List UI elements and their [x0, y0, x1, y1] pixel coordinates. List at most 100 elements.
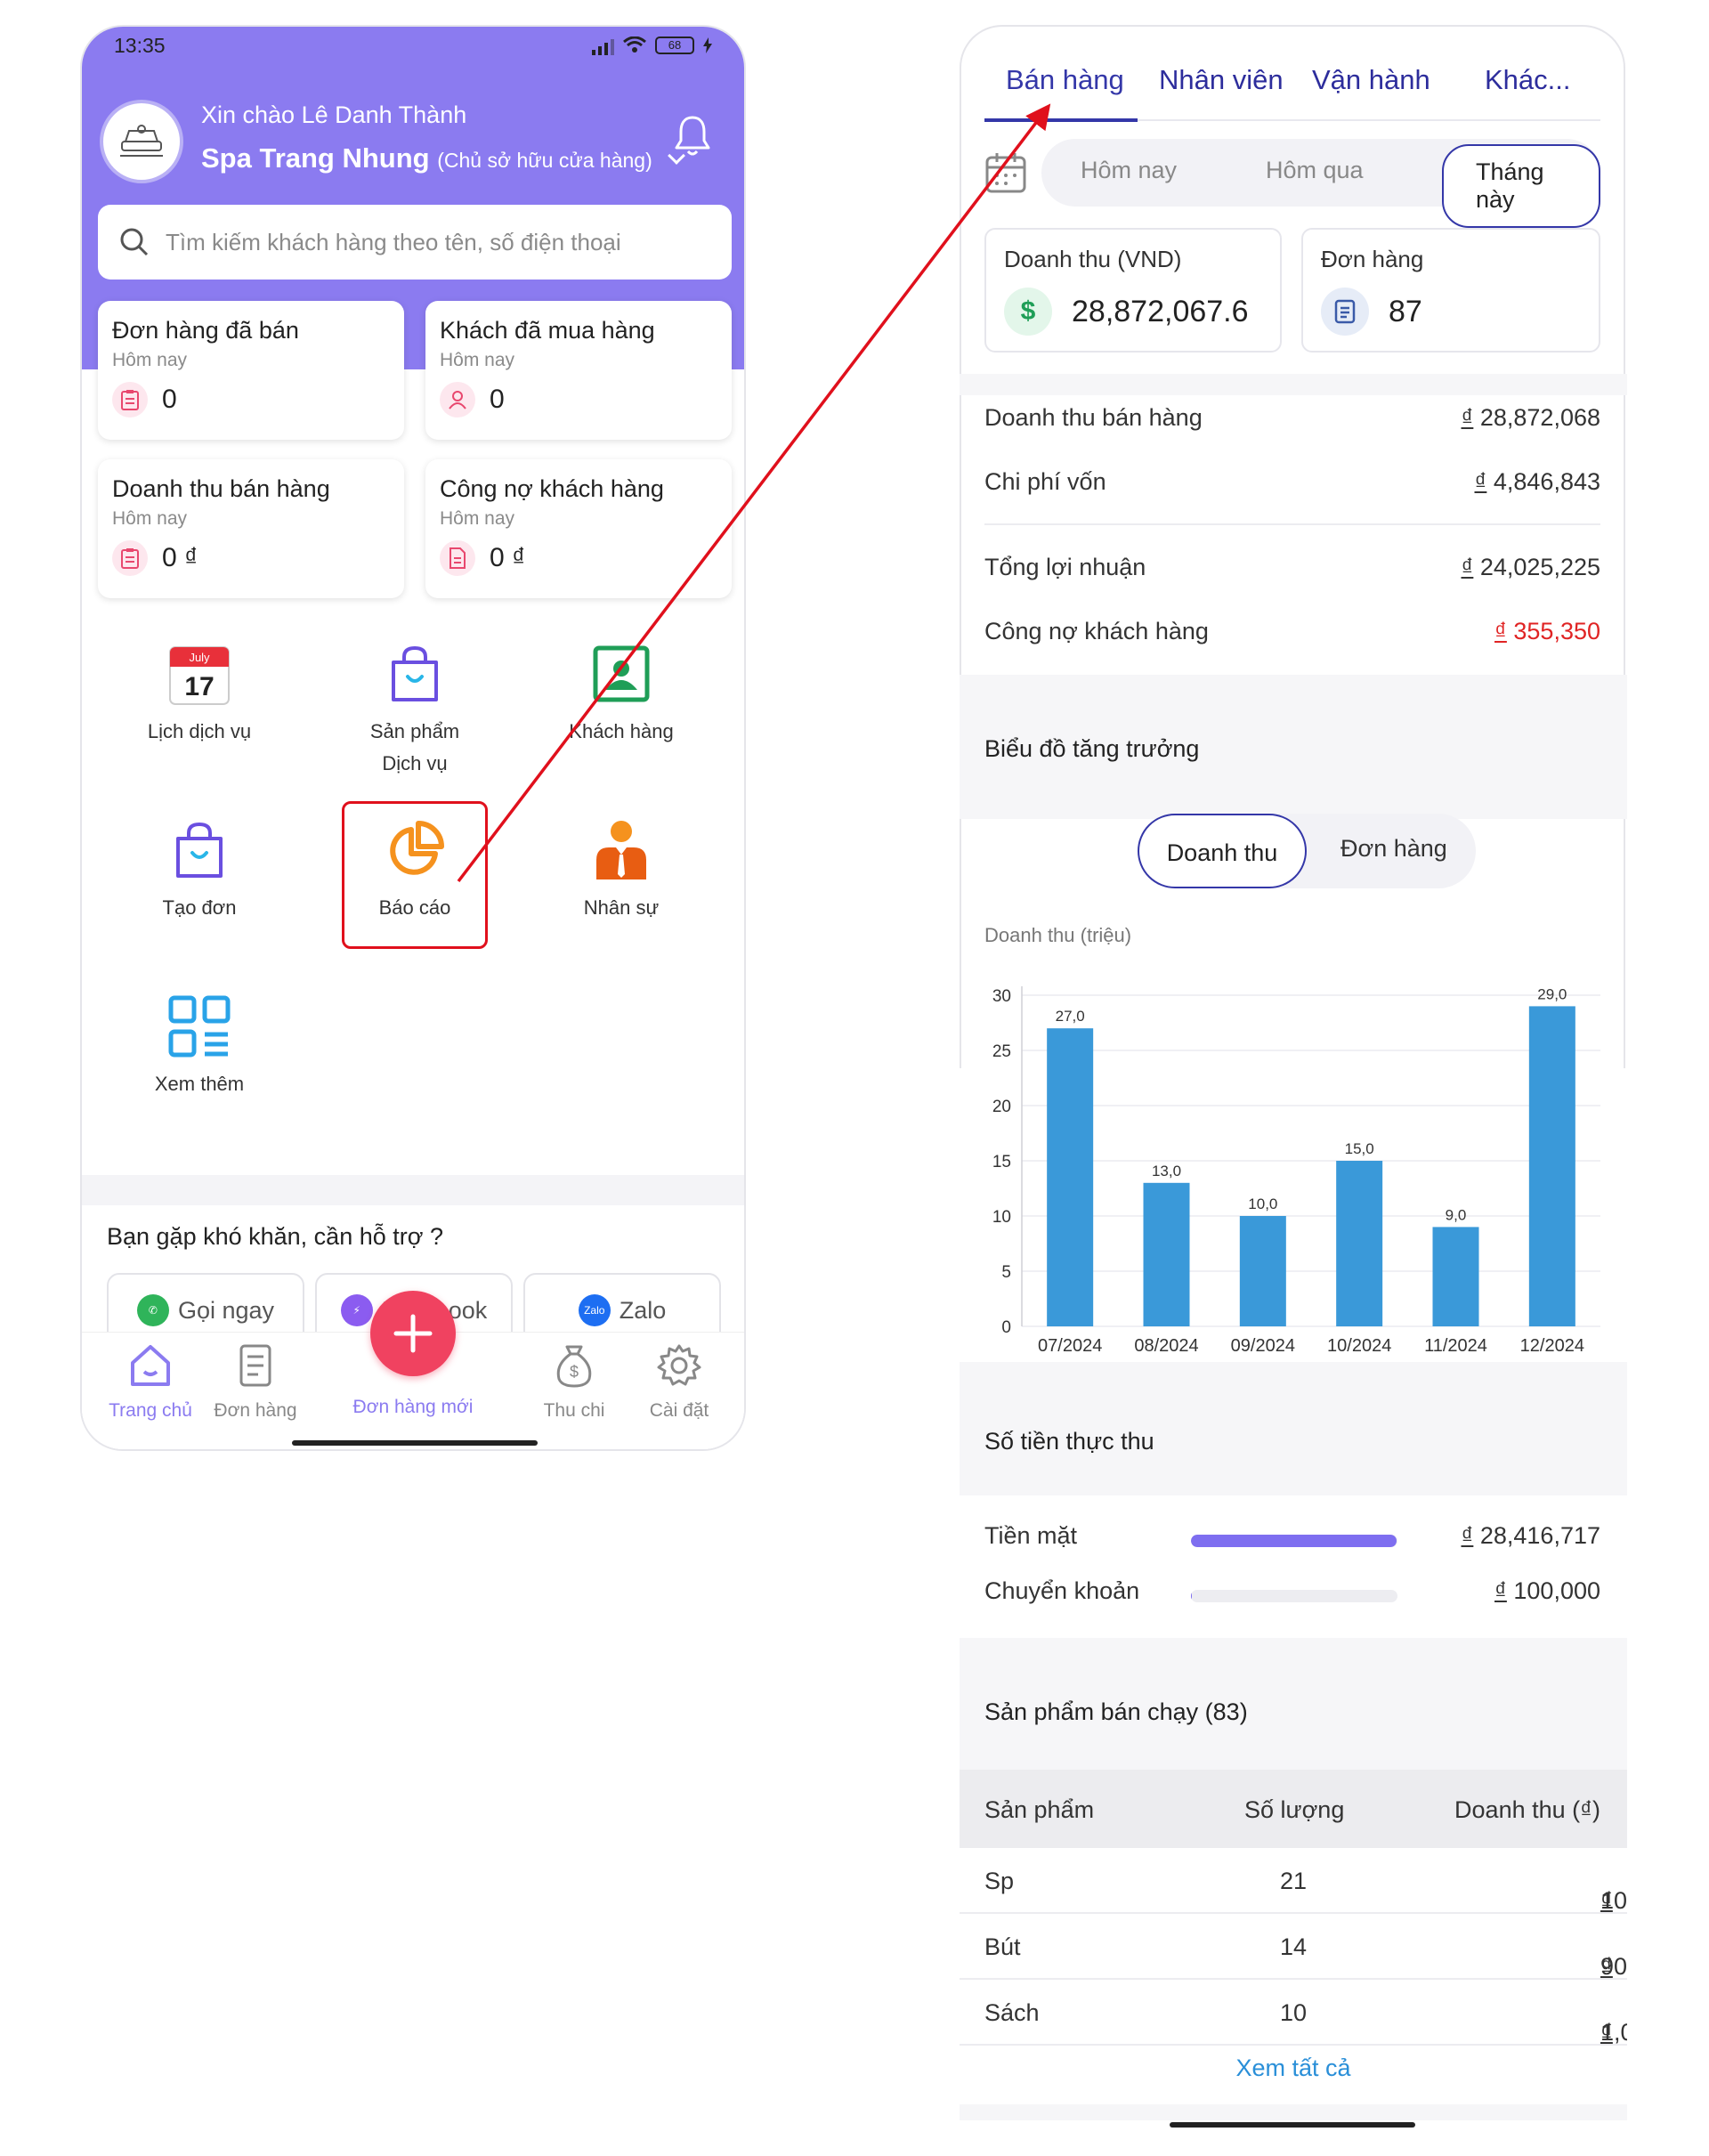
feature-service-calendar[interactable]: July 17 Lịch dịch vụ: [101, 641, 297, 748]
tab-sales[interactable]: Bán hàng: [1006, 64, 1124, 96]
x-tick-label: 12/2024: [1520, 1336, 1584, 1356]
shop-avatar[interactable]: [100, 100, 183, 183]
feature-see-more[interactable]: Xem thêm: [101, 993, 297, 1100]
col-revenue: Doanh thu (₫): [1454, 1796, 1600, 1823]
feature-label: Nhân sự: [583, 896, 660, 919]
x-tick-label: 11/2024: [1424, 1336, 1487, 1356]
status-bar: 13:35 68: [82, 27, 744, 71]
money-bag-icon: $: [556, 1345, 592, 1388]
document-icon: [440, 540, 475, 576]
customer-card-icon: [588, 641, 654, 707]
staff-icon: [588, 817, 654, 883]
kpi-title: Đơn hàng: [1321, 246, 1424, 272]
charging-icon: [703, 37, 712, 53]
period-filter: Hôm nay Hôm qua Tháng này: [984, 139, 1600, 228]
y-tick-label: 25: [992, 1042, 1011, 1061]
cash-label: Tiền mặt: [984, 1522, 1078, 1549]
period-yesterday[interactable]: Hôm qua: [1266, 157, 1364, 184]
feature-label-line2: Dịch vụ: [382, 752, 448, 774]
battery-icon: 68: [655, 36, 694, 54]
divider: [984, 523, 1600, 525]
cash-row-cash: Tiền mặt ₫ 28,416,717: [984, 1522, 1600, 1558]
amount: 90,000: [1600, 1953, 1627, 1980]
period-today[interactable]: Hôm nay: [1081, 157, 1177, 184]
y-tick-label: 10: [992, 1208, 1011, 1227]
feature-label: Xem thêm: [154, 1073, 245, 1095]
product-qty: 10: [1280, 1999, 1308, 2026]
x-tick-label: 09/2024: [1231, 1336, 1295, 1356]
stat-title: Công nợ khách hàng: [440, 475, 664, 502]
feature-create-order[interactable]: Tạo đơn: [101, 817, 297, 924]
growth-chart-title: Biểu đồ tăng trưởng: [984, 735, 1200, 762]
feature-customers[interactable]: Khách hàng: [523, 641, 719, 748]
top-products-title: Sản phẩm bán chạy (83): [984, 1698, 1248, 1725]
table-row[interactable]: Bút 14 ₫ 90,000: [960, 1914, 1627, 1980]
currency-symbol: ₫: [1494, 618, 1507, 644]
tab-other[interactable]: Khác...: [1485, 64, 1571, 96]
feature-staff[interactable]: Nhân sự: [523, 817, 719, 924]
search-input[interactable]: [166, 228, 700, 256]
bar: [1047, 1028, 1094, 1326]
see-all-link[interactable]: Xem tất cả: [960, 2055, 1627, 2082]
active-tab-indicator: [984, 118, 1138, 122]
finance-label: Công nợ khách hàng: [984, 618, 1209, 644]
new-order-fab-button[interactable]: [370, 1291, 456, 1376]
order-list-icon: [239, 1344, 271, 1387]
bar-value-label: 27,0: [1056, 1008, 1085, 1025]
stat-period: Hôm nay: [112, 350, 188, 370]
feature-label: Lịch dịch vụ: [147, 720, 252, 742]
stat-card-customer-debt[interactable]: Công nợ khách hàng Hôm nay 0 ₫: [425, 459, 732, 598]
tab-settings[interactable]: Cài đặt: [630, 1341, 728, 1422]
tab-staff[interactable]: Nhân viên: [1159, 64, 1284, 96]
bell-icon[interactable]: [673, 112, 712, 158]
home-icon: [131, 1345, 170, 1386]
document-icon: [1321, 288, 1369, 336]
col-product: Sản phẩm: [984, 1796, 1095, 1823]
y-tick-label: 30: [992, 987, 1011, 1006]
plus-icon: [393, 1314, 433, 1353]
calendar-icon[interactable]: [984, 151, 1027, 194]
tab-income-expense[interactable]: $ Thu chi: [525, 1341, 623, 1422]
finance-row-customer-debt: Công nợ khách hàng ₫ 355,350: [984, 618, 1600, 645]
stat-value: 0: [490, 385, 505, 414]
spa-logo-icon: [120, 125, 163, 157]
clipboard-icon: [112, 540, 148, 576]
currency-symbol: ₫: [1474, 468, 1487, 495]
customer-search-bar[interactable]: [98, 205, 732, 280]
period-this-month[interactable]: Tháng này: [1442, 144, 1600, 228]
cash-row-transfer: Chuyển khoản ₫ 100,000: [984, 1577, 1600, 1613]
stat-card-orders-sold[interactable]: Đơn hàng đã bán Hôm nay 0: [98, 301, 404, 440]
report-tabs: Bán hàng Nhân viên Vận hành Khác...: [984, 43, 1600, 122]
chart-y-axis-label: Doanh thu (triệu): [984, 924, 1132, 946]
toggle-orders[interactable]: Đơn hàng: [1340, 835, 1447, 863]
bar-value-label: 15,0: [1345, 1140, 1374, 1157]
stat-card-revenue[interactable]: Doanh thu bán hàng Hôm nay 0 ₫: [98, 459, 404, 598]
table-row[interactable]: Sách 10 ₫ 1,000,000: [960, 1980, 1627, 2046]
bottom-gap: [960, 2104, 1627, 2120]
greeting-text: Xin chào Lê Danh Thành: [201, 101, 467, 128]
cash-progress-fill: [1191, 1590, 1192, 1602]
table-row[interactable]: Sp 21 ₫ 10,500: [960, 1848, 1627, 1914]
x-tick-label: 07/2024: [1038, 1336, 1102, 1356]
shop-selector[interactable]: Spa Trang Nhung (Chủ sở hữu cửa hàng): [201, 142, 686, 174]
cash-progress-track: [1191, 1590, 1397, 1602]
feature-label: Khách hàng: [569, 720, 674, 742]
feature-label: Sản phẩm: [369, 720, 460, 742]
stat-card-customers[interactable]: Khách đã mua hàng Hôm nay 0: [425, 301, 732, 440]
bar: [1528, 1006, 1575, 1326]
tab-orders[interactable]: Đơn hàng: [207, 1341, 304, 1422]
tab-new-order[interactable]: Đơn hàng mới: [324, 1397, 502, 1418]
feature-products-services[interactable]: Sản phẩm Dịch vụ: [317, 641, 513, 780]
x-tick-label: 10/2024: [1327, 1336, 1391, 1356]
stat-value: 0 ₫: [490, 543, 526, 572]
tab-operations[interactable]: Vận hành: [1312, 64, 1430, 96]
y-tick-label: 20: [992, 1098, 1011, 1116]
tab-home[interactable]: Trang chủ: [101, 1341, 199, 1422]
amount: 1,000,000: [1600, 2019, 1627, 2046]
bar: [1336, 1161, 1383, 1326]
tab-label: Đơn hàng: [214, 1400, 297, 1421]
amount: 24,025,225: [1479, 554, 1600, 580]
toggle-revenue[interactable]: Doanh thu: [1138, 814, 1307, 888]
currency-symbol: ₫: [1461, 1522, 1474, 1549]
finance-value: ₫ 4,846,843: [1475, 468, 1601, 496]
